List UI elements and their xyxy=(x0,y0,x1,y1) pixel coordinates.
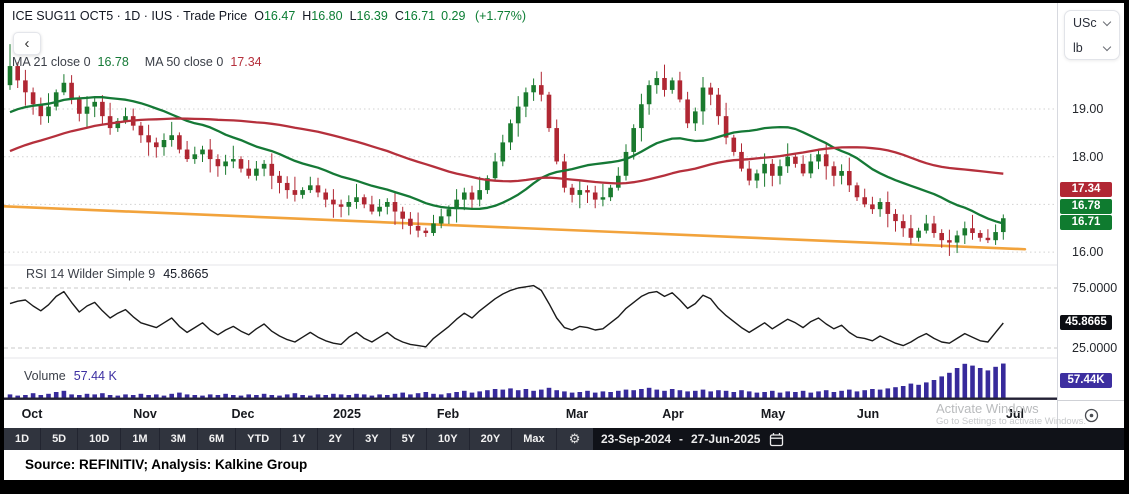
range-button-3y[interactable]: 3Y xyxy=(354,428,391,450)
month-label: Jul xyxy=(1005,407,1025,421)
range-button-5d[interactable]: 5D xyxy=(41,428,79,450)
price-tick: 16.00 xyxy=(1072,245,1104,260)
volume-badge: 57.44K xyxy=(1060,373,1112,388)
rsi-badge: 45.8665 xyxy=(1060,315,1112,331)
range-button-10d[interactable]: 10D xyxy=(78,428,122,450)
change-value: 0.29 xyxy=(441,9,466,23)
month-label: Feb xyxy=(436,407,460,421)
month-label: May xyxy=(760,407,786,421)
month-label: Nov xyxy=(133,407,157,421)
range-button-6m[interactable]: 6M xyxy=(198,428,237,450)
month-label: Dec xyxy=(231,407,255,421)
range-button-ytd[interactable]: YTD xyxy=(236,428,282,450)
date-from: 23-Sep-2024 xyxy=(601,432,672,446)
source-attribution: Source: REFINITIV; Analysis: Kalkine Gro… xyxy=(25,457,308,472)
chevron-down-icon xyxy=(1102,17,1112,27)
ohlc-value: 16.39 xyxy=(356,9,388,23)
price-tick: 19.00 xyxy=(1072,102,1104,116)
target-icon[interactable] xyxy=(1083,407,1100,424)
ohlc-letter: H xyxy=(302,9,312,23)
unit-dropdown-usc[interactable]: USc xyxy=(1065,11,1119,36)
range-toolbar: 1D 5D 10D 1M 3M 6M YTD 1Y 2Y 3Y 5Y 10Y 20Y Max ⚙ 23-Se… xyxy=(4,428,1124,450)
footer: Source: REFINITIV; Analysis: Kalkine Gro… xyxy=(4,450,1124,480)
volume-value: 57.44 K xyxy=(73,369,117,383)
unit-usc-label: USc xyxy=(1073,16,1097,30)
month-label: Oct xyxy=(21,407,43,421)
ohlc-value: 16.71 xyxy=(403,9,436,23)
price-tick: 18.00 xyxy=(1072,149,1104,164)
volume-label[interactable]: Volume xyxy=(24,369,66,383)
back-button[interactable]: ‹ xyxy=(13,32,41,55)
month-label: 2025 xyxy=(333,407,361,421)
range-button-5y[interactable]: 5Y xyxy=(391,428,428,450)
ohlc-letter: O xyxy=(254,9,264,23)
ma50-label[interactable]: MA 50 close 0 xyxy=(145,55,224,69)
symbol-title[interactable]: ICE SUG11 OCT5 · 1D · IUS · Trade Price xyxy=(12,9,247,23)
symbol-legend: ICE SUG11 OCT5 · 1D · IUS · Trade Price O… xyxy=(12,9,526,23)
chevron-down-icon xyxy=(1102,42,1112,52)
date-separator: - xyxy=(679,432,684,446)
screenshot-frame: ICE SUG11 OCT5 · 1D · IUS · Trade Price O… xyxy=(0,0,1129,494)
range-button-20y[interactable]: 20Y xyxy=(470,428,513,450)
month-label: Apr xyxy=(662,407,684,421)
range-button-max[interactable]: Max xyxy=(512,428,557,450)
price-badge: 16.78 xyxy=(1060,198,1112,214)
ma50-value: 17.34 xyxy=(230,55,262,69)
volume-legend: Volume 57.44 K xyxy=(24,369,117,383)
ohlc-letter: L xyxy=(349,9,357,23)
rsi-legend: RSI 14 Wilder Simple 9 45.8665 xyxy=(26,267,208,281)
price-badge: 17.34 xyxy=(1060,181,1112,197)
rsi-label[interactable]: RSI 14 Wilder Simple 9 xyxy=(26,267,155,281)
gear-icon[interactable]: ⚙ xyxy=(557,428,593,450)
price-axis[interactable]: USc lb 19.00 18.00 16.00 75.0000 25.0000 17.3… xyxy=(1057,3,1124,428)
month-label: Mar xyxy=(565,407,589,421)
rsi-value: 45.8665 xyxy=(163,267,209,281)
date-range-picker[interactable]: 23-Sep-2024 - 27-Jun-2025 xyxy=(601,428,784,450)
calendar-icon[interactable] xyxy=(769,432,784,447)
ohlc-letter: C xyxy=(394,9,404,23)
change-percent: (+1.77%) xyxy=(474,9,527,23)
range-button-1d[interactable]: 1D xyxy=(4,428,42,450)
unit-selector: USc lb xyxy=(1064,10,1120,60)
rsi-tick: 75.0000 xyxy=(1072,281,1118,295)
range-button-10y[interactable]: 10Y xyxy=(427,428,470,450)
price-badge: 16.71 xyxy=(1060,214,1112,230)
range-button-1m[interactable]: 1M xyxy=(121,428,160,450)
ohlc-value: 16.80 xyxy=(311,9,343,23)
unit-lb-label: lb xyxy=(1073,41,1083,55)
chart-app: ICE SUG11 OCT5 · 1D · IUS · Trade Price O… xyxy=(4,3,1124,480)
ma21-label[interactable]: MA 21 close 0 xyxy=(12,55,91,69)
crosshair-cell xyxy=(1057,400,1124,428)
range-button-3m[interactable]: 3M xyxy=(160,428,198,450)
month-label: Jun xyxy=(856,407,880,421)
range-button-1y[interactable]: 1Y xyxy=(281,428,318,450)
date-to: 27-Jun-2025 xyxy=(691,432,761,446)
ohlc-value: 16.47 xyxy=(263,9,296,23)
ma21-value: 16.78 xyxy=(97,55,129,69)
unit-dropdown-lb[interactable]: lb xyxy=(1065,36,1119,61)
range-button-2y[interactable]: 2Y xyxy=(318,428,355,450)
time-axis[interactable]: Oct Nov Dec 2025 Feb Mar Apr May Jun Jul xyxy=(4,400,1057,428)
ma-legend: MA 21 close 0 16.78 MA 50 close 0 17.34 xyxy=(12,55,262,69)
rsi-tick: 25.0000 xyxy=(1072,341,1118,355)
